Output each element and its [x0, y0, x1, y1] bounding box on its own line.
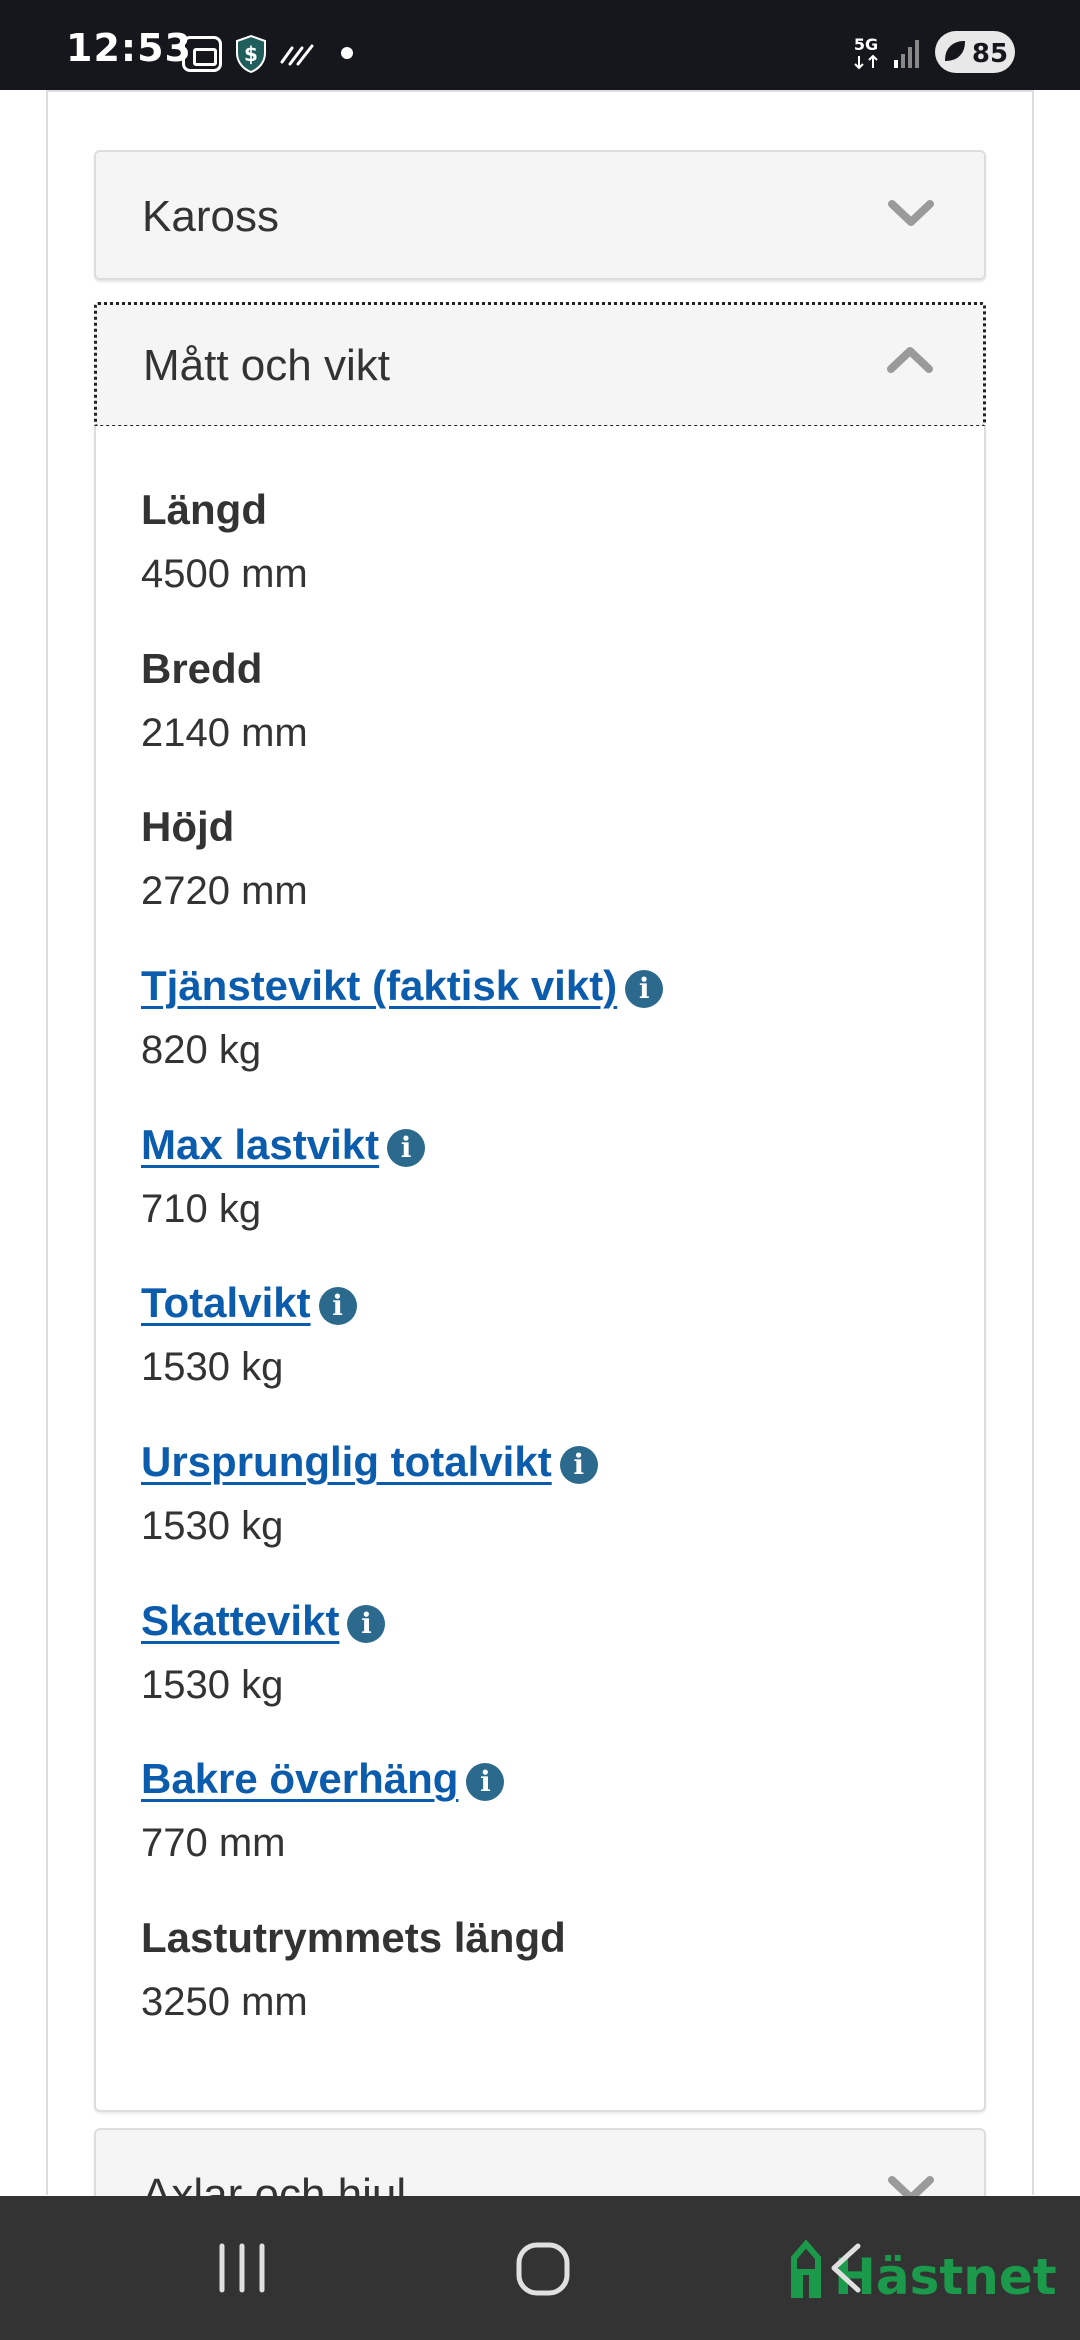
spec-link-ursprunglig-totalvikt[interactable]: Ursprunglig totalvikt [141, 1438, 552, 1485]
spec-link-bakre-overhang[interactable]: Bakre överhäng [141, 1755, 458, 1802]
spec-label-row: Max lastvikt i [141, 1117, 426, 1173]
navigation-bar: Hästnet [0, 2196, 1080, 2340]
spec-label: Längd [141, 486, 267, 533]
spec-item-skattevikt: Skattevikt i 1530 kg [141, 1593, 386, 1713]
svg-text:Hästnet: Hästnet [834, 2248, 1057, 2306]
spec-link-max-lastvikt[interactable]: Max lastvikt [141, 1121, 379, 1168]
shield-dollar-icon: $ [234, 34, 268, 74]
spec-label: Höjd [141, 803, 235, 850]
spec-label: Bredd [141, 645, 263, 692]
spec-value: 820 kg [141, 1028, 262, 1072]
spec-value: 4500 mm [141, 552, 308, 596]
info-icon[interactable]: i [559, 1446, 598, 1484]
chevron-down-icon [888, 200, 934, 226]
spec-item-langd: Längd 4500 mm [141, 482, 308, 602]
spec-item-hojd: Höjd 2720 mm [141, 799, 308, 919]
spec-label-row: Skattevikt i [141, 1593, 386, 1649]
signal-icon [892, 38, 922, 70]
spec-value: 3250 mm [141, 1980, 308, 2024]
spec-item-max-lastvikt: Max lastvikt i 710 kg [141, 1117, 426, 1237]
accordion-heading-kaross[interactable]: Kaross [94, 150, 986, 280]
spec-value: 770 mm [141, 1821, 286, 1865]
spec-label: Lastutrymmets längd [141, 1914, 566, 1961]
spec-value: 2140 mm [141, 711, 308, 755]
spec-item-ursprunglig-totalvikt: Ursprunglig totalvikt i 1530 kg [141, 1434, 598, 1554]
spec-value: 2720 mm [141, 869, 308, 913]
spec-value: 1530 kg [141, 1663, 284, 1707]
spec-item-totalvikt: Totalvikt i 1530 kg [141, 1275, 357, 1395]
spec-label-row: Bakre överhäng i [141, 1751, 505, 1807]
chevron-up-icon [887, 347, 933, 373]
wifi-calling-icon [278, 40, 316, 68]
gallery-icon [182, 36, 222, 72]
spec-value: 710 kg [141, 1187, 262, 1231]
svg-text:$: $ [244, 42, 258, 66]
info-icon[interactable]: i [318, 1287, 357, 1325]
spec-item-bredd: Bredd 2140 mm [141, 641, 308, 761]
recent-apps-icon[interactable] [214, 2240, 270, 2296]
info-icon[interactable]: i [466, 1763, 505, 1801]
info-icon[interactable]: i [387, 1129, 426, 1167]
back-icon[interactable] [826, 2240, 866, 2296]
spec-link-skattevikt[interactable]: Skattevikt [141, 1597, 339, 1644]
spec-value: 1530 kg [141, 1345, 284, 1389]
info-icon[interactable]: i [625, 970, 664, 1008]
svg-text:85: 85 [972, 39, 1008, 69]
info-icon[interactable]: i [347, 1605, 386, 1643]
spec-item-lastutrymmets-langd: Lastutrymmets längd 3250 mm [141, 1910, 566, 2030]
accordion-heading-matt-och-vikt[interactable]: Mått och vikt [94, 302, 986, 428]
spec-item-bakre-overhang: Bakre överhäng i 770 mm [141, 1751, 505, 1871]
status-bar: 12:53 $ 5G 85 [0, 0, 1080, 90]
battery-icon: 85 [934, 30, 1016, 74]
status-time: 12:53 [66, 26, 192, 70]
spec-label-row: Totalvikt i [141, 1275, 357, 1331]
spec-label-row: Ursprunglig totalvikt i [141, 1434, 598, 1490]
svg-text:5G: 5G [854, 35, 878, 54]
spec-link-tjanstevikt[interactable]: Tjänstevikt (faktisk vikt) [141, 962, 617, 1009]
spec-value: 1530 kg [141, 1504, 284, 1548]
dot-icon [340, 46, 354, 60]
spec-item-tjanstevikt: Tjänstevikt (faktisk vikt) i 820 kg [141, 958, 664, 1078]
accordion-title: Mått och vikt [143, 341, 390, 390]
home-icon[interactable] [516, 2240, 570, 2296]
accordion-title: Kaross [142, 192, 279, 241]
spec-label-row: Tjänstevikt (faktisk vikt) i [141, 958, 664, 1014]
5g-icon: 5G [848, 34, 884, 72]
spec-link-totalvikt[interactable]: Totalvikt [141, 1279, 311, 1326]
